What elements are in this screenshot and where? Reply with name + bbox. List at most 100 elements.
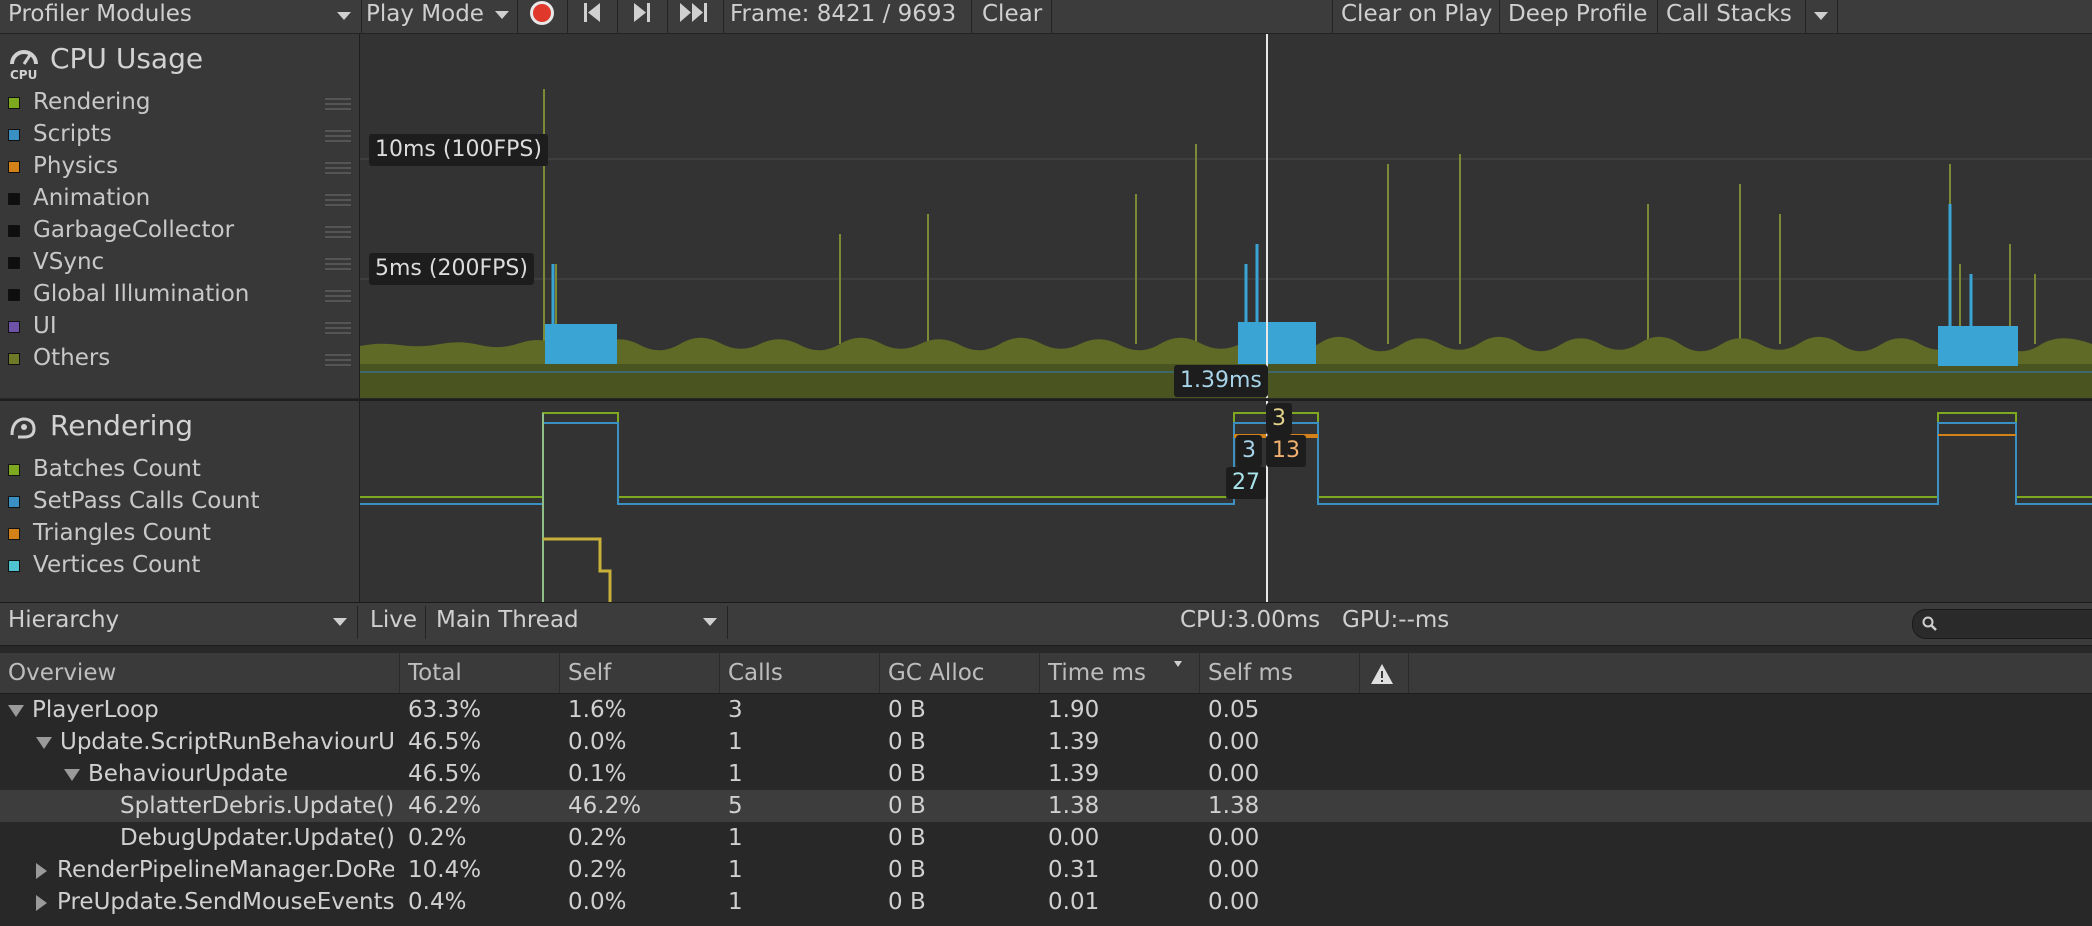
cpu-legend-item[interactable]: Rendering [8,86,150,118]
legend-label: Triangles Count [33,520,211,546]
cpu-legend-item[interactable]: Global Illumination [8,278,249,310]
view-mode-dropdown[interactable]: Hierarchy [0,606,358,639]
row-calls-cell: 1 [728,889,743,915]
row-self-cell: 0.2% [568,857,627,883]
row-time-cell: 1.38 [1048,793,1100,819]
row-gc-cell: 0 B [888,697,926,723]
row-name-cell: SplatterDebris.Update() [ [92,790,394,822]
previous-frame-button[interactable] [568,0,618,33]
rendering-legend-item[interactable]: Triangles Count [8,517,211,549]
drag-handle-icon[interactable] [325,162,351,174]
color-swatch [8,352,20,365]
cpu-legend-item[interactable]: GarbageCollector [8,214,234,246]
table-row[interactable]: DebugUpdater.Update() 0.2% 0.2% 1 0 B 0.00 0.0… [0,822,2092,854]
cpu-usage-module[interactable]: CPU CPU Usage Rendering Scripts Physics Ani… [0,34,360,398]
drag-handle-icon[interactable] [325,290,351,302]
row-gc-cell: 0 B [888,761,926,787]
legend-label: Others [33,345,111,371]
rendering-graph[interactable]: 3 3 13 27 [360,399,2092,604]
row-time-cell: 1.39 [1048,729,1100,755]
table-row[interactable]: BehaviourUpdate 46.5% 0.1% 1 0 B 1.39 0.00 [0,758,2092,790]
drag-handle-icon[interactable] [325,194,351,206]
profiler-modules-dropdown[interactable]: Profiler Modules [0,0,362,33]
table-row[interactable]: PreUpdate.SendMouseEvents 0.4% 0.0% 1 0 B 0.0… [0,886,2092,918]
expanded-arrow-icon[interactable] [8,704,24,717]
cpu-usage-title: CPU Usage [50,42,204,75]
chevron-down-icon [337,12,351,20]
cpu-usage-graph[interactable]: 10ms (100FPS) 5ms (200FPS) 1.39ms [360,34,2092,398]
column-header-overview[interactable]: Overview [0,653,400,693]
call-stacks-toggle[interactable]: Call Stacks [1658,0,1806,33]
color-swatch [8,463,20,476]
step-back-icon [584,3,600,22]
clear-on-play-toggle[interactable]: Clear on Play [1332,0,1500,33]
batches-value: 3 [1266,403,1292,435]
cpu-legend-item[interactable]: Scripts [8,118,112,150]
drag-handle-icon[interactable] [325,354,351,366]
legend-label: Physics [33,153,119,179]
deep-profile-toggle[interactable]: Deep Profile [1500,0,1658,33]
color-swatch [8,128,20,141]
call-stacks-dropdown[interactable] [1806,0,1838,33]
row-name-cell: PreUpdate.SendMouseEvents [36,886,394,918]
collapsed-arrow-icon[interactable] [36,862,47,879]
rendering-legend-item[interactable]: SetPass Calls Count [8,485,260,517]
row-calls-cell: 1 [728,825,743,851]
legend-label: UI [33,313,57,339]
rendering-module[interactable]: Rendering Batches Count SetPass Calls Cou… [0,399,360,602]
cpu-legend-item[interactable]: UI [8,310,57,342]
column-header-total[interactable]: Total [400,653,560,693]
drag-handle-icon[interactable] [325,226,351,238]
drag-handle-icon[interactable] [325,322,351,334]
thread-dropdown[interactable]: Main Thread [428,606,728,639]
legend-label: Global Illumination [33,281,250,307]
cpu-legend-item[interactable]: Others [8,342,110,374]
details-toggle-button[interactable] [1360,653,1409,693]
color-swatch [8,320,20,333]
table-row[interactable]: Update.ScriptRunBehaviourU 46.5% 0.0% 1 0 B 1… [0,726,2092,758]
row-time-cell: 0.01 [1048,889,1100,915]
color-swatch [8,495,20,508]
column-header-gc-alloc[interactable]: GC Alloc [880,653,1040,693]
row-selfms-cell: 0.05 [1208,697,1260,723]
drag-handle-icon[interactable] [325,130,351,142]
column-header-self-ms[interactable]: Self ms [1200,653,1360,693]
collapsed-arrow-icon[interactable] [36,894,47,911]
row-calls-cell: 5 [728,793,743,819]
row-self-cell: 0.2% [568,825,627,851]
table-row[interactable]: PlayerLoop 63.3% 1.6% 3 0 B 1.90 0.05 [0,694,2092,726]
current-frame-button[interactable] [668,0,724,33]
cpu-legend-item[interactable]: Animation [8,182,150,214]
rendering-legend-item[interactable]: Vertices Count [8,549,200,581]
vertices-value: 27 [1226,467,1266,499]
color-swatch [8,256,20,269]
expanded-arrow-icon[interactable] [36,736,52,749]
expanded-arrow-icon[interactable] [64,768,80,781]
selected-frame-value: 1.39ms [1174,365,1268,397]
row-name: Update.ScriptRunBehaviourU [60,729,394,755]
column-header-time-ms[interactable]: Time ms [1040,653,1200,693]
cpu-legend-item[interactable]: Physics [8,150,118,182]
column-header-self[interactable]: Self [560,653,720,693]
row-name-cell: BehaviourUpdate [64,758,394,790]
drag-handle-icon[interactable] [325,258,351,270]
column-header-calls[interactable]: Calls [720,653,880,693]
row-self-cell: 1.6% [568,697,627,723]
row-name-cell: DebugUpdater.Update() [92,822,394,854]
clear-button[interactable]: Clear [972,0,1052,33]
drag-handle-icon[interactable] [325,98,351,110]
live-toggle[interactable]: Live [362,606,426,639]
step-forward-icon [634,3,650,22]
next-frame-button[interactable] [618,0,668,33]
table-row[interactable]: SplatterDebris.Update() [46.2% 46.2% 5 0 B 1… [0,790,2092,822]
search-field[interactable] [1912,609,2092,639]
cpu-legend-item[interactable]: VSync [8,246,104,278]
chevron-down-icon [1814,12,1828,20]
record-button[interactable] [518,0,568,33]
row-calls-cell: 1 [728,857,743,883]
play-mode-dropdown[interactable]: Play Mode [362,0,518,33]
table-row[interactable]: RenderPipelineManager.DoRe 10.4% 0.2% 1 0 B 0… [0,854,2092,886]
row-self-cell: 46.2% [568,793,642,819]
rendering-legend-item[interactable]: Batches Count [8,453,201,485]
row-gc-cell: 0 B [888,857,926,883]
